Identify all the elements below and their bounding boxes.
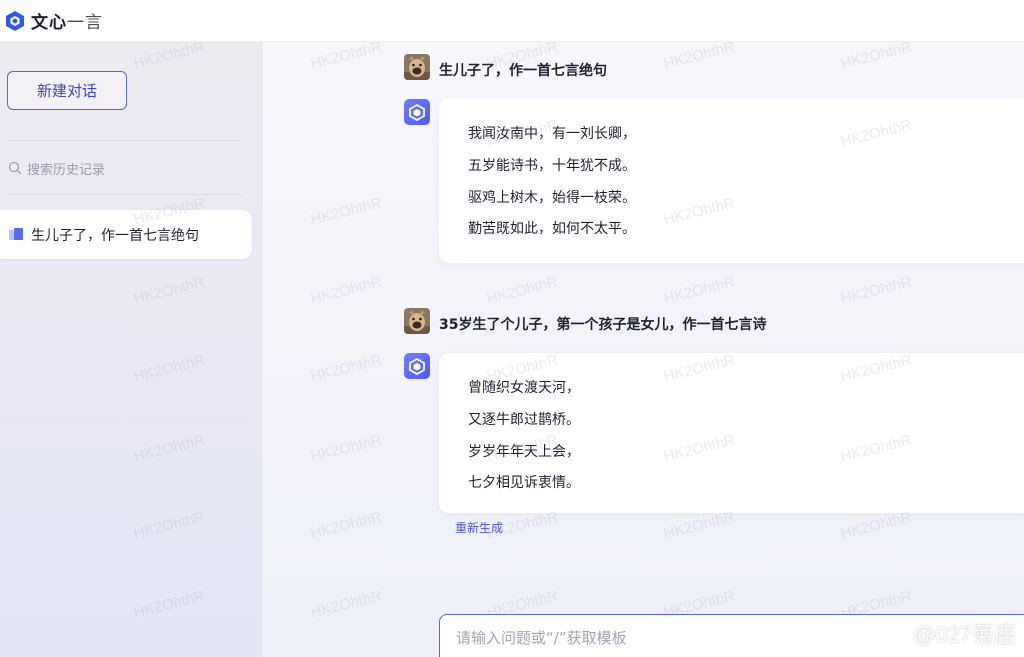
history-search[interactable]: 搜索历史记录 — [8, 158, 105, 178]
bot-avatar-icon — [404, 99, 430, 125]
app-title: 文心一言 — [31, 8, 103, 33]
chat-input-box[interactable] — [439, 614, 1024, 657]
bot-reply: 曾随织女渡天河， 又逐牛郎过鹊桥。 岁岁年年天上会， 七夕相见诉衷情。 — [439, 353, 1024, 513]
sidebar-divider — [7, 140, 243, 141]
chat-input[interactable] — [456, 629, 1022, 647]
reply-line: 岁岁年年天上会， — [468, 444, 580, 460]
user-message: 35岁生了个儿子，第一个孩子是女儿，作一首七言诗 — [439, 317, 767, 333]
sidebar-divider — [7, 194, 243, 195]
reply-line: 我闻汝南中，有一刘长卿， — [468, 126, 636, 142]
app-title-bold: 文心 — [31, 13, 67, 33]
top-bar: 文心一言 — [0, 0, 1024, 42]
history-item-label: 生儿子了，作一首七言绝句 — [31, 227, 199, 244]
reply-line: 七夕相见诉衷情。 — [468, 475, 580, 491]
app-title-light: 一言 — [67, 13, 103, 33]
reply-line: 又逐牛郎过鹊桥。 — [468, 412, 580, 428]
bot-avatar-icon — [404, 353, 430, 379]
search-placeholder: 搜索历史记录 — [27, 162, 106, 178]
reply-line: 勤苦既如此，如何不太平。 — [468, 221, 636, 237]
book-icon — [9, 228, 23, 240]
chat-area: 生儿子了，作一首七言绝句 我闻汝南中，有一刘长卿， 五岁能诗书，十年犹不成。 驱… — [263, 42, 1024, 657]
reply-line: 曾随织女渡天河， — [468, 380, 580, 396]
bot-reply: 我闻汝南中，有一刘长卿， 五岁能诗书，十年犹不成。 驱鸡上树木，始得一枝荣。 勤… — [439, 99, 1024, 263]
reply-line: 五岁能诗书，十年犹不成。 — [468, 158, 636, 174]
wenxin-logo-icon[interactable] — [5, 10, 25, 32]
user-avatar — [404, 308, 430, 334]
sidebar: 新建对话 搜索历史记录 生儿子了，作一首七言绝句 — [0, 42, 262, 657]
reply-line: 驱鸡上树木，始得一枝荣。 — [468, 190, 636, 206]
history-item[interactable]: 生儿子了，作一首七言绝句 — [0, 210, 252, 259]
regenerate-button[interactable]: 重新生成 — [455, 519, 503, 536]
user-message: 生儿子了，作一首七言绝句 — [439, 63, 607, 79]
user-avatar — [404, 54, 430, 80]
new-chat-button[interactable]: 新建对话 — [7, 71, 127, 110]
search-icon — [8, 161, 22, 175]
